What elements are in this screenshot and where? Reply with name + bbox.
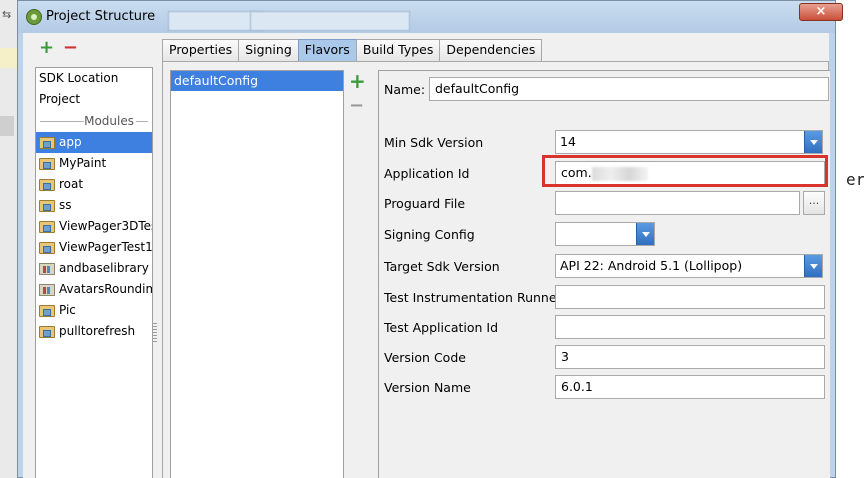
test-application-id-field[interactable]: [555, 315, 825, 339]
remove-module-icon[interactable]: −: [63, 39, 83, 57]
folder-module-icon: [39, 304, 55, 317]
sidebar-item-module-pic[interactable]: Pic: [36, 300, 152, 321]
test-application-id-label: Test Application Id: [384, 320, 499, 335]
background-editor-tab: [250, 11, 410, 31]
project-structure-dialog: Project Structure × + − SDK Location Pro…: [17, 0, 843, 478]
library-module-icon: [39, 262, 55, 275]
chevron-down-icon[interactable]: [804, 255, 822, 277]
sidebar-item-module-roat[interactable]: roat: [36, 174, 152, 195]
browse-button[interactable]: ...: [803, 191, 825, 215]
module-label: pulltorefresh: [59, 324, 136, 338]
flavor-properties-form: Name: defaultConfig Min Sdk Version 14 A…: [378, 70, 830, 478]
tab-properties[interactable]: Properties: [162, 39, 240, 61]
flavors-tab-panel: defaultConfig + − Name: defaultConfig Mi…: [162, 61, 830, 478]
sidebar-item-module-app[interactable]: app: [36, 132, 152, 153]
add-flavor-icon[interactable]: +: [349, 71, 369, 91]
signing-config-label: Signing Config: [384, 227, 475, 242]
sidebar-item-project[interactable]: Project: [36, 89, 152, 110]
add-module-icon[interactable]: +: [39, 39, 59, 57]
chevron-down-icon[interactable]: [636, 223, 654, 245]
name-field[interactable]: defaultConfig: [429, 77, 829, 101]
folder-module-icon: [39, 136, 55, 149]
title-bar[interactable]: Project Structure ×: [18, 1, 843, 33]
sidebar-splitter-handle[interactable]: [153, 323, 157, 343]
target-sdk-version-select[interactable]: API 22: Android 5.1 (Lollipop): [555, 254, 823, 278]
sidebar-item-module-avatarsroundimage[interactable]: AvatarsRoundim: [36, 279, 152, 300]
library-module-icon: [39, 283, 55, 296]
module-label: Pic: [59, 303, 76, 317]
modules-section-header: Modules: [36, 110, 152, 132]
module-label: ss: [59, 198, 72, 212]
close-button[interactable]: ×: [799, 3, 843, 21]
tab-build-types[interactable]: Build Types: [355, 39, 441, 61]
signing-config-select[interactable]: [555, 222, 655, 246]
module-label: MyPaint: [59, 156, 107, 170]
version-code-label: Version Code: [384, 350, 466, 365]
name-label: Name:: [384, 82, 426, 97]
ide-editor-text: er: [846, 170, 864, 189]
target-sdk-version-value: API 22: Android 5.1 (Lollipop): [560, 258, 743, 273]
version-code-field[interactable]: 3: [555, 345, 825, 369]
tab-dependencies[interactable]: Dependencies: [439, 39, 543, 61]
module-label: app: [59, 135, 82, 149]
sidebar-item-sdk-location[interactable]: SDK Location: [36, 68, 152, 89]
module-settings-tabs: Properties Signing Flavors Build Types D…: [162, 39, 543, 61]
module-label: ViewPagerTest1: [59, 240, 152, 254]
folder-module-icon: [39, 199, 55, 212]
folder-module-icon: [39, 157, 55, 170]
application-id-label: Application Id: [384, 166, 470, 181]
version-name-field[interactable]: 6.0.1: [555, 375, 825, 399]
ide-background-left: ⇆: [0, 0, 18, 478]
tab-flavors[interactable]: Flavors: [297, 39, 357, 61]
sidebar-item-module-viewpager3dtest[interactable]: ViewPager3DTes: [36, 216, 152, 237]
ide-toolbar-glyph: ⇆: [2, 8, 12, 21]
dialog-content: + − SDK Location Project Modules app MyP…: [23, 33, 830, 478]
sidebar-item-module-pulltorefresh[interactable]: pulltorefresh: [36, 321, 152, 342]
flavors-toolbar: + −: [349, 71, 369, 115]
window-title: Project Structure: [46, 9, 156, 24]
module-label: andbaselibrary: [59, 261, 149, 275]
ide-line-highlight: [0, 48, 18, 68]
tab-signing[interactable]: Signing: [238, 39, 299, 61]
remove-flavor-icon[interactable]: −: [349, 97, 369, 115]
version-name-label: Version Name: [384, 380, 471, 395]
sidebar-item-module-ss[interactable]: ss: [36, 195, 152, 216]
sidebar-item-module-mypaint[interactable]: MyPaint: [36, 153, 152, 174]
flavors-list: defaultConfig: [170, 70, 344, 478]
sidebar-item-module-viewpagertest1[interactable]: ViewPagerTest1: [36, 237, 152, 258]
min-sdk-version-label: Min Sdk Version: [384, 135, 484, 150]
ide-gutter-mark: [0, 116, 14, 136]
module-label: AvatarsRoundim: [59, 282, 152, 296]
modules-toolbar: + −: [39, 39, 83, 59]
folder-module-icon: [39, 178, 55, 191]
modules-sidebar: SDK Location Project Modules app MyPaint…: [35, 67, 153, 478]
sidebar-item-module-andbaselibrary[interactable]: andbaselibrary: [36, 258, 152, 279]
proguard-file-field[interactable]: [555, 191, 800, 215]
min-sdk-version-select[interactable]: 14: [555, 130, 823, 154]
annotation-highlight-box: [542, 155, 828, 187]
min-sdk-version-value: 14: [560, 134, 576, 149]
module-label: roat: [59, 177, 84, 191]
flavor-item-defaultconfig[interactable]: defaultConfig: [171, 71, 343, 91]
test-instrumentation-runner-label: Test Instrumentation Runner: [384, 290, 562, 305]
test-instrumentation-runner-field[interactable]: [555, 285, 825, 309]
target-sdk-version-label: Target Sdk Version: [384, 259, 500, 274]
proguard-file-label: Proguard File: [384, 196, 466, 211]
ide-background-right: er: [836, 0, 864, 478]
folder-module-icon: [39, 325, 55, 338]
folder-module-icon: [39, 241, 55, 254]
module-label: ViewPager3DTes: [59, 219, 152, 233]
chevron-down-icon[interactable]: [804, 131, 822, 153]
folder-module-icon: [39, 220, 55, 233]
android-studio-icon: [26, 9, 42, 25]
